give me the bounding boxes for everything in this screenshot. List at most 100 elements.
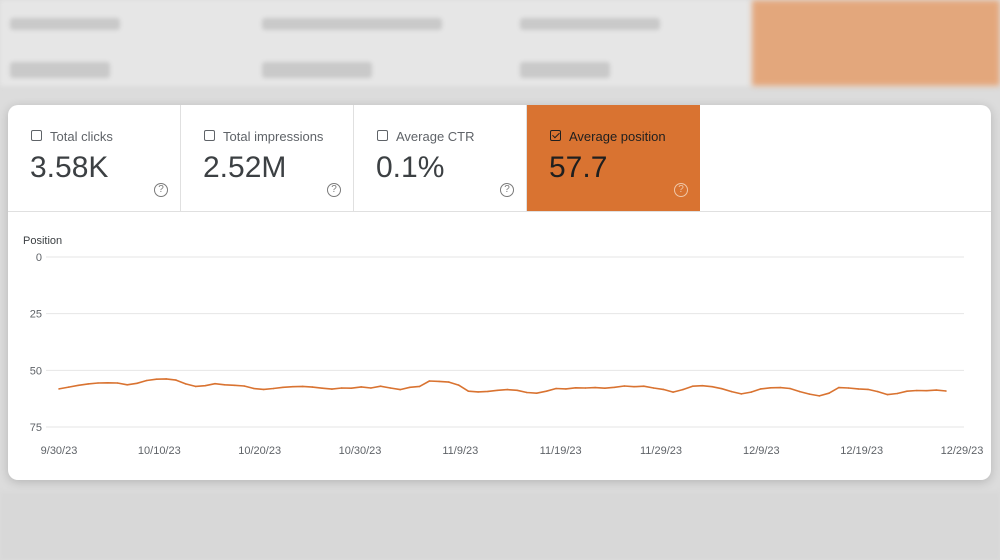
data-point [331,388,333,390]
checkbox-icon[interactable] [204,130,215,141]
data-point [487,390,489,393]
data-point [691,385,694,387]
data-point [623,385,626,387]
data-point [243,385,245,387]
data-point [574,387,577,389]
data-point [214,382,216,385]
data-point [555,387,557,390]
data-point [233,384,236,387]
y-tick-label: 0 [36,252,42,264]
data-point [175,379,177,381]
data-point [760,388,762,390]
data-point [740,393,743,395]
data-point [808,393,811,395]
data-point [613,386,616,389]
data-point [370,387,372,389]
data-point [945,390,947,392]
data-point [857,388,860,390]
x-tick-label: 11/29/23 [640,445,682,457]
data-point [428,380,431,382]
data-point [789,387,791,390]
data-point [272,387,275,390]
data-point [106,382,109,384]
x-tick-label: 11/9/23 [442,445,478,457]
x-tick-label: 9/30/23 [41,445,78,457]
data-point [379,385,382,387]
data-point [389,387,392,389]
data-point [828,392,830,394]
data-point [67,386,70,388]
metric-tile-average-ctr[interactable]: Average CTR 0.1% ? [354,105,527,211]
data-point [818,395,821,397]
x-tick-label: 10/10/23 [138,445,181,457]
y-tick-label: 50 [30,365,42,377]
data-point [730,390,733,393]
help-circle-icon[interactable]: ? [327,183,341,197]
metric-value: 0.1% [376,151,445,184]
data-point [165,378,167,380]
help-circle-icon[interactable]: ? [674,183,688,197]
help-circle-icon[interactable]: ? [154,183,168,197]
data-point [526,391,528,394]
position-line-chart: Position 0 25 50 75 9/30/23 10/10/23 10/20/23… [23,235,984,457]
data-point [604,387,606,389]
data-point [340,387,343,389]
data-point [194,385,197,388]
x-tick-label: 12/29/23 [941,445,984,457]
data-point [448,381,450,383]
x-tick-label: 12/9/23 [743,445,780,457]
checkbox-icon[interactable] [31,130,42,141]
data-point [750,391,752,393]
metric-value: 57.7 [549,151,608,184]
data-point [457,384,460,386]
data-point [847,387,850,389]
data-point [116,382,119,384]
checkbox-checked-icon[interactable] [550,130,561,141]
data-point [662,388,665,391]
help-circle-icon[interactable]: ? [500,183,514,197]
metric-tiles: Total clicks 3.58K ? Total impressions 2… [8,105,991,212]
data-point [204,384,206,387]
data-point [838,386,840,389]
blurred-footer-strip [0,492,1000,560]
position-chart: Position 0 25 50 75 9/30/23 10/10/23 10/20/23… [8,212,991,480]
data-point [896,392,899,395]
blurred-accent-block [752,0,1000,86]
data-point [633,385,635,388]
y-tick-label: 75 [30,422,42,434]
data-point [467,390,470,392]
data-point [594,386,596,389]
y-axis-label: Position [23,235,62,247]
data-point [360,386,363,388]
data-point [77,384,80,387]
data-point [496,389,499,392]
data-point [906,390,908,392]
data-point [292,385,294,388]
data-point [545,390,548,392]
data-point [477,391,479,393]
metric-tile-average-position[interactable]: Average position 57.7 ? [527,105,700,211]
data-point [418,385,421,388]
data-point [886,393,889,396]
checkbox-icon[interactable] [377,130,388,141]
data-point [301,385,304,388]
data-point [253,387,255,390]
data-point [282,386,285,389]
data-point [262,388,265,391]
metric-value: 3.58K [30,151,109,184]
data-point [126,384,128,386]
metric-label: Average position [569,129,666,144]
data-point [516,389,518,392]
data-point [399,388,402,391]
x-tick-label: 12/19/23 [840,445,883,457]
data-point [721,387,723,390]
metric-tile-total-impressions[interactable]: Total impressions 2.52M ? [181,105,354,211]
data-point [916,389,918,392]
data-point [506,388,509,391]
data-point [682,388,684,391]
performance-card: Total clicks 3.58K ? Total impressions 2… [8,105,991,480]
metric-tile-total-clicks[interactable]: Total clicks 3.58K ? [8,105,181,211]
series-line-average-position [58,378,947,397]
metric-value: 2.52M [203,151,287,184]
data-point [321,387,324,389]
